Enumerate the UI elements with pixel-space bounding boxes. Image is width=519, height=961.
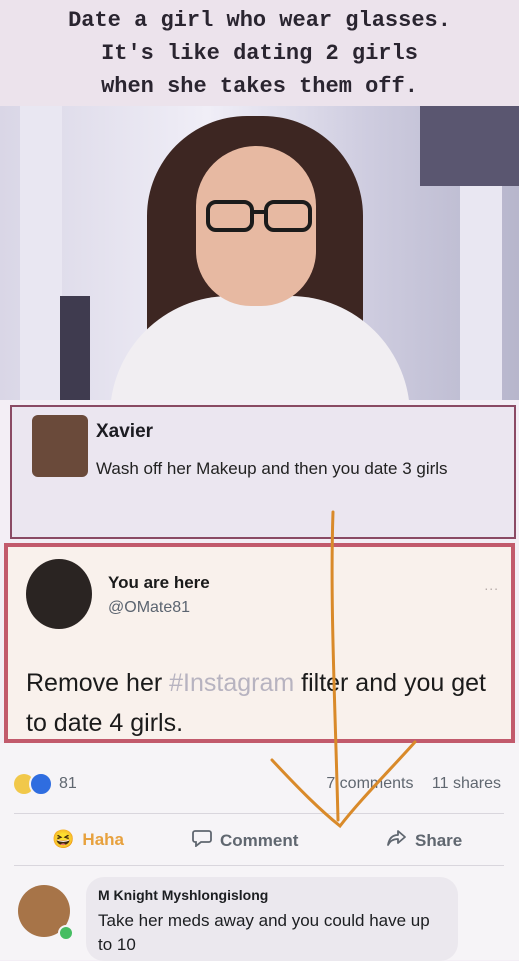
comment-author[interactable]: M Knight Myshlongislong: [98, 887, 268, 903]
online-status-icon: [58, 925, 74, 941]
reaction-count: 81: [59, 775, 77, 792]
hashtag-link[interactable]: #Instagram: [169, 669, 294, 697]
post-stats: 7 comments 11 shares: [312, 775, 501, 793]
meme-photo: [0, 106, 519, 400]
tweet-author-handle[interactable]: @OMate81: [108, 599, 190, 617]
meme-caption-area: Date a girl who wear glasses. It's like …: [0, 0, 519, 106]
tweet-author-name[interactable]: You are here: [108, 573, 210, 593]
reaction-summary[interactable]: 81: [14, 772, 77, 796]
haha-label: Haha: [82, 829, 124, 849]
tweet-text: Remove her #Instagram filter and you get…: [26, 663, 506, 743]
avatar[interactable]: [32, 415, 88, 477]
like-icon: [29, 772, 53, 796]
xavier-comment-card: Xavier Wash off her Makeup and then you …: [10, 405, 516, 539]
comment-icon: [192, 829, 212, 852]
comments-count-link[interactable]: 7 comments: [326, 775, 413, 792]
share-icon: [387, 829, 407, 852]
comment-bubble: M Knight Myshlongislong Take her meds aw…: [86, 877, 458, 961]
divider: [14, 865, 504, 866]
facebook-post-footer: 81 7 comments 11 shares 😆 Haha Comment S…: [0, 743, 519, 961]
haha-emoji-icon: 😆: [52, 829, 75, 849]
tweet-text-part: Remove her: [26, 669, 170, 697]
glasses-icon: [206, 200, 312, 232]
share-button[interactable]: Share: [387, 829, 462, 852]
comment-author[interactable]: Xavier: [96, 421, 153, 443]
comment-text: Take her meds away and you could have up…: [98, 911, 430, 954]
background-shadow: [420, 106, 519, 186]
comment-text: Wash off her Makeup and then you date 3 …: [96, 459, 448, 478]
haha-button[interactable]: 😆 Haha: [52, 829, 124, 850]
comment-label: Comment: [220, 830, 299, 850]
comment-button[interactable]: Comment: [192, 829, 298, 852]
background-pillar: [20, 106, 62, 400]
post-actions: 😆 Haha Comment Share: [0, 823, 519, 859]
tweet-card: You are here @OMate81 ... Remove her #In…: [4, 543, 515, 743]
avatar[interactable]: [26, 559, 92, 629]
shares-count-link[interactable]: 11 shares: [432, 775, 501, 792]
meme-caption: Date a girl who wear glasses. It's like …: [68, 8, 451, 99]
background-shadow: [60, 296, 90, 400]
divider: [14, 813, 504, 814]
more-icon[interactable]: ...: [484, 577, 499, 593]
comment: M Knight Myshlongislong Take her meds aw…: [14, 875, 514, 961]
share-label: Share: [415, 830, 463, 850]
